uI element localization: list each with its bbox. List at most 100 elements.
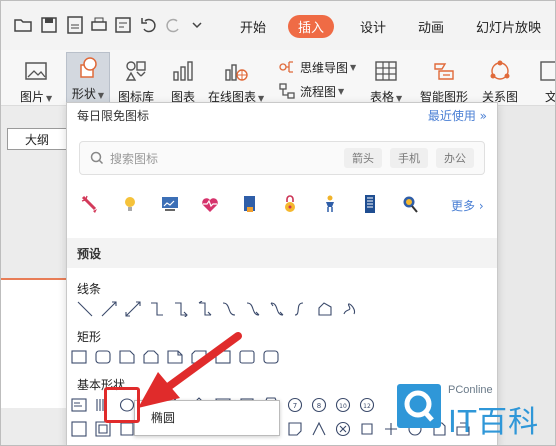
mindmap-label: 思维导图 <box>300 60 349 75</box>
tab-animation[interactable]: 动画 <box>418 17 444 36</box>
picture-icon <box>21 56 51 86</box>
basic-shape-13[interactable]: 12 <box>359 397 375 413</box>
tab-slideshow[interactable]: 幻灯片放映 <box>476 17 541 36</box>
tab-design[interactable]: 设计 <box>360 17 386 36</box>
firework-icon[interactable] <box>79 193 101 215</box>
redo-icon[interactable] <box>162 14 184 36</box>
picture-button[interactable]: 图片 ▼ <box>20 56 52 105</box>
line-shape-1[interactable] <box>77 301 93 317</box>
line-shape-9[interactable] <box>269 301 285 317</box>
shape-icon <box>73 53 103 83</box>
more-chevron-icon[interactable] <box>186 14 208 36</box>
category-lines: 线条 <box>77 282 102 296</box>
annotation-arrow <box>138 332 242 408</box>
line-shape-4[interactable] <box>149 301 165 317</box>
basic-shape-11[interactable]: 8 <box>311 397 327 413</box>
line-shape-10[interactable] <box>293 301 309 317</box>
basic2-shape-11[interactable] <box>311 421 327 437</box>
table-icon <box>371 56 401 86</box>
basic2-shape-2[interactable] <box>95 421 111 437</box>
svg-text:8: 8 <box>317 402 321 410</box>
relation-graph-button[interactable]: 关系图 <box>482 56 518 105</box>
rect-shape-1[interactable] <box>71 349 87 365</box>
watermark-brand: PConline <box>448 384 493 396</box>
tab-insert[interactable]: 插入 <box>288 15 335 38</box>
shape-label: 形状 <box>71 87 96 101</box>
line-shape-6[interactable] <box>197 301 213 317</box>
save-icon[interactable] <box>38 14 60 36</box>
rect-shape-9[interactable] <box>263 349 279 365</box>
lightbulb-icon[interactable] <box>119 193 141 215</box>
mindmap-icon <box>279 61 293 73</box>
online-chart-button[interactable]: 在线图表 ▼ <box>208 56 264 105</box>
pconline-logo <box>397 384 441 428</box>
line-shape-8[interactable] <box>245 301 261 317</box>
bar-chart-icon <box>168 56 198 86</box>
icon-search-box[interactable]: 搜索图标 箭头 手机 办公 <box>79 141 485 175</box>
svg-text:10: 10 <box>339 403 347 410</box>
text-partial-button[interactable]: 文 <box>536 56 556 105</box>
document-stamp-icon[interactable] <box>239 193 261 215</box>
slide-thumbnail[interactable] <box>0 278 70 408</box>
table-button[interactable]: 表格 ▼ <box>370 56 402 105</box>
flowchart-label: 流程图 <box>300 84 337 99</box>
flowchart-icon <box>279 83 295 99</box>
basic2-shape-12[interactable] <box>335 421 351 437</box>
pdf-icon[interactable] <box>64 14 86 36</box>
basic-shape-10[interactable]: 7 <box>287 397 303 413</box>
chip-phone[interactable]: 手机 <box>390 148 428 168</box>
line-shape-5[interactable] <box>173 301 189 317</box>
print-icon[interactable] <box>88 14 110 36</box>
outline-button[interactable]: 大纲 <box>7 128 67 150</box>
search-icon <box>90 151 104 165</box>
svg-text:7: 7 <box>293 402 297 410</box>
open-folder-icon[interactable] <box>12 14 34 36</box>
trophy-person-icon[interactable] <box>319 193 341 215</box>
daily-free-icons-title: 每日限免图标 <box>77 108 150 123</box>
line-shape-12[interactable] <box>341 301 357 317</box>
watermark-name: IT百科 <box>448 405 540 440</box>
basic-shape-12[interactable]: 10 <box>335 397 351 413</box>
line-shape-7[interactable] <box>221 301 237 317</box>
icon-library-button[interactable]: 图标库 <box>118 56 154 105</box>
icon-library-icon <box>121 56 151 86</box>
tab-home[interactable]: 开始 <box>240 17 266 36</box>
chart-button[interactable]: 图表 <box>168 56 198 105</box>
basic2-shape-13[interactable] <box>359 421 375 437</box>
line-shape-3[interactable] <box>125 301 141 317</box>
magnifier-gear-icon[interactable] <box>399 193 421 215</box>
basic2-shape-10[interactable] <box>287 421 303 437</box>
relation-graph-icon <box>485 56 515 86</box>
daily-free-icons-header: 每日限免图标 最近使用 » <box>67 103 497 127</box>
undo-icon[interactable] <box>138 14 160 36</box>
insert-ribbon: 图片 ▼ 形状 ▼ 图标库 图表 在线图表 ▼ 思维导图 ▼ 流程图 ▼ 表格 … <box>0 50 556 106</box>
recent-used-link[interactable]: 最近使用 » <box>428 107 487 124</box>
shape-button[interactable]: 形状 ▼ <box>66 52 110 104</box>
search-input[interactable]: 搜索图标 <box>110 150 336 167</box>
chip-office[interactable]: 办公 <box>436 148 474 168</box>
lock-icon[interactable] <box>279 193 301 215</box>
basic2-shape-1[interactable] <box>71 421 87 437</box>
smart-graphic-button[interactable]: 智能图形 <box>420 56 468 105</box>
preset-section-title: 预设 <box>67 238 497 268</box>
monitor-chart-icon[interactable] <box>159 193 181 215</box>
smart-graphic-icon <box>429 56 459 86</box>
mindmap-button[interactable]: 思维导图 ▼ <box>278 58 356 76</box>
flowchart-button[interactable]: 流程图 ▼ <box>278 82 344 100</box>
print-preview-icon[interactable] <box>112 14 134 36</box>
line-shape-11[interactable] <box>317 301 333 317</box>
category-rectangles: 矩形 <box>77 330 102 344</box>
building-icon[interactable] <box>359 193 381 215</box>
top-menu-bar: 开始 插入 设计 动画 幻灯片放映 <box>0 0 556 50</box>
picture-label: 图片 <box>20 90 45 104</box>
text-partial-label: 文 <box>544 90 556 104</box>
heartbeat-icon[interactable] <box>199 193 221 215</box>
more-icons-link[interactable]: 更多 › <box>451 197 484 214</box>
chip-arrow[interactable]: 箭头 <box>344 148 382 168</box>
svg-text:12: 12 <box>363 403 371 410</box>
basic2-shape-3[interactable] <box>119 421 135 437</box>
rect-shape-2[interactable] <box>95 349 111 365</box>
free-icons-row: 更多 › <box>77 193 487 217</box>
basic-shape-1[interactable] <box>71 397 87 413</box>
line-shape-2[interactable] <box>101 301 117 317</box>
